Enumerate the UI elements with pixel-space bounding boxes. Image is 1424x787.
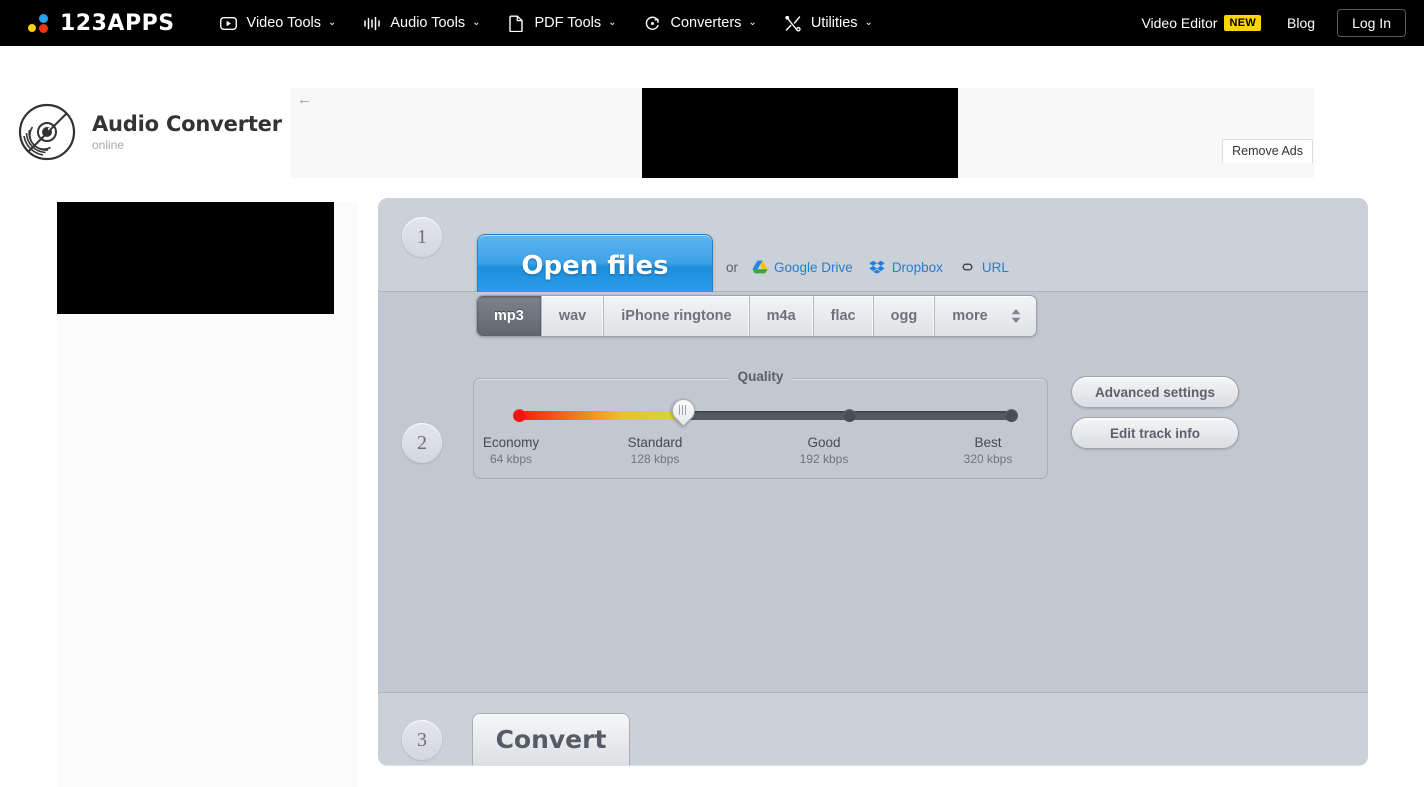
url-source[interactable]: URL xyxy=(959,259,1009,275)
step-number-2: 2 xyxy=(402,423,442,463)
brand-logo[interactable]: 123APPS xyxy=(28,11,175,36)
quality-label-good: Good 192 kbps xyxy=(769,435,879,466)
quality-name: Standard xyxy=(627,435,683,450)
quality-group-title: Quality xyxy=(728,369,793,384)
quality-slider-handle[interactable] xyxy=(667,394,700,431)
nav-item-video-tools[interactable]: Video Tools ⌄ xyxy=(219,13,337,33)
page-subtitle: online xyxy=(92,138,125,152)
circular-arrow-icon xyxy=(643,13,663,33)
blog-link[interactable]: Blog xyxy=(1287,15,1315,31)
nav-menu: Video Tools ⌄ Audio Tools ⌄ PDF Tools ⌄ … xyxy=(219,13,899,33)
nav-label: Video Tools xyxy=(246,15,321,31)
vinyl-record-icon xyxy=(18,103,76,161)
or-label: or xyxy=(726,259,739,275)
secondary-actions: Advanced settings Edit track info xyxy=(1071,376,1239,458)
logo-text: 123APPS xyxy=(60,10,175,36)
quality-name: Economy xyxy=(482,435,540,450)
remove-ads-button[interactable]: Remove Ads xyxy=(1222,139,1313,163)
edit-track-info-button[interactable]: Edit track info xyxy=(1071,417,1239,449)
new-badge: NEW xyxy=(1224,15,1262,31)
top-advertisement-banner[interactable]: ← xyxy=(290,88,1314,178)
quality-name: Good xyxy=(807,435,841,450)
quality-label-best: Best 320 kbps xyxy=(933,435,1043,466)
source-label: Google Drive xyxy=(774,259,853,275)
step-3-convert: 3 Convert xyxy=(378,693,1368,765)
step-2-settings: 2 mp3 wav iPhone ringtone m4a flac ogg m… xyxy=(378,292,1368,693)
format-tab-iphone-ringtone[interactable]: iPhone ringtone xyxy=(604,296,750,336)
left-advertisement-panel[interactable] xyxy=(57,202,357,787)
video-play-icon xyxy=(219,13,239,33)
format-tab-m4a[interactable]: m4a xyxy=(750,296,814,336)
ad-creative-placeholder xyxy=(642,88,958,178)
google-drive-source[interactable]: Google Drive xyxy=(751,259,853,275)
chevron-down-icon: ⌄ xyxy=(608,17,617,28)
format-tab-flac[interactable]: flac xyxy=(814,296,874,336)
step-number-1: 1 xyxy=(402,217,442,257)
step-1-upload: 1 Open files or Google Drive Dropbox URL xyxy=(378,198,1368,298)
stepper-up-down-icon xyxy=(1010,308,1022,324)
quality-label-economy: Economy 64 kbps xyxy=(456,435,566,466)
page-title: Audio Converter xyxy=(92,112,282,136)
quality-stop-economy[interactable] xyxy=(513,409,526,422)
video-editor-link[interactable]: Video Editor NEW xyxy=(1141,15,1262,31)
source-label: Dropbox xyxy=(891,259,943,275)
format-tab-mp3[interactable]: mp3 xyxy=(477,296,542,336)
convert-button[interactable]: Convert xyxy=(472,713,630,765)
nav-item-audio-tools[interactable]: Audio Tools ⌄ xyxy=(362,13,480,33)
alternate-sources: or Google Drive Dropbox URL xyxy=(726,259,1025,275)
open-files-button[interactable]: Open files xyxy=(477,234,713,298)
dropbox-source[interactable]: Dropbox xyxy=(869,259,943,275)
more-label: more xyxy=(952,308,988,324)
format-tab-more[interactable]: more xyxy=(935,296,1035,336)
format-tab-ogg[interactable]: ogg xyxy=(874,296,936,336)
nav-label: PDF Tools xyxy=(534,15,602,31)
format-tab-bar: mp3 wav iPhone ringtone m4a flac ogg mor… xyxy=(476,295,1037,337)
crossed-tools-icon xyxy=(783,13,803,33)
quality-bitrate: 128 kbps xyxy=(630,452,680,466)
quality-stop-best[interactable] xyxy=(1005,409,1018,422)
nav-item-pdf-tools[interactable]: PDF Tools ⌄ xyxy=(506,13,617,33)
chevron-down-icon: ⌄ xyxy=(748,17,757,28)
top-navigation-bar: 123APPS Video Tools ⌄ Audio Tools ⌄ PDF … xyxy=(0,0,1424,46)
nav-label: Converters xyxy=(670,15,742,31)
ad-creative-placeholder xyxy=(57,202,334,314)
document-page-icon xyxy=(506,13,526,33)
step-number-3: 3 xyxy=(402,720,442,760)
chevron-down-icon: ⌄ xyxy=(328,17,337,28)
quality-stop-good[interactable] xyxy=(843,409,856,422)
video-editor-label: Video Editor xyxy=(1141,15,1218,31)
converter-workspace: 1 Open files or Google Drive Dropbox URL… xyxy=(378,198,1368,766)
quality-settings-group: Quality Economy 64 kbps Standard 128 kbp… xyxy=(473,369,1048,479)
quality-bitrate: 192 kbps xyxy=(799,452,849,466)
main-stage: 1 Open files or Google Drive Dropbox URL… xyxy=(0,181,1424,787)
back-arrow-icon[interactable]: ← xyxy=(297,92,312,107)
logo-dots-icon xyxy=(28,12,52,34)
login-button[interactable]: Log In xyxy=(1337,9,1406,37)
dropbox-icon xyxy=(869,259,886,275)
chevron-down-icon: ⌄ xyxy=(864,17,873,28)
quality-slider[interactable] xyxy=(513,394,1018,427)
source-label: URL xyxy=(981,259,1009,275)
nav-label: Audio Tools xyxy=(390,15,466,31)
format-tab-wav[interactable]: wav xyxy=(542,296,605,336)
app-header: Audio Converter online ← xyxy=(0,46,1424,181)
chevron-down-icon: ⌄ xyxy=(472,17,481,28)
audio-converter-brand[interactable]: Audio Converter online xyxy=(18,103,282,161)
quality-bitrate: 64 kbps xyxy=(489,452,533,466)
nav-item-utilities[interactable]: Utilities ⌄ xyxy=(783,13,873,33)
audio-waveform-icon xyxy=(362,13,382,33)
nav-right-group: Video Editor NEW Blog Log In xyxy=(1141,0,1406,46)
quality-name: Best xyxy=(974,435,1002,450)
quality-label-standard: Standard 128 kbps xyxy=(600,435,710,466)
google-drive-icon xyxy=(751,259,768,275)
quality-bitrate: 320 kbps xyxy=(963,452,1013,466)
advanced-settings-button[interactable]: Advanced settings xyxy=(1071,376,1239,408)
quality-slider-fill xyxy=(515,411,679,420)
link-icon xyxy=(959,259,976,275)
nav-label: Utilities xyxy=(810,15,858,31)
nav-item-converters[interactable]: Converters ⌄ xyxy=(643,13,757,33)
